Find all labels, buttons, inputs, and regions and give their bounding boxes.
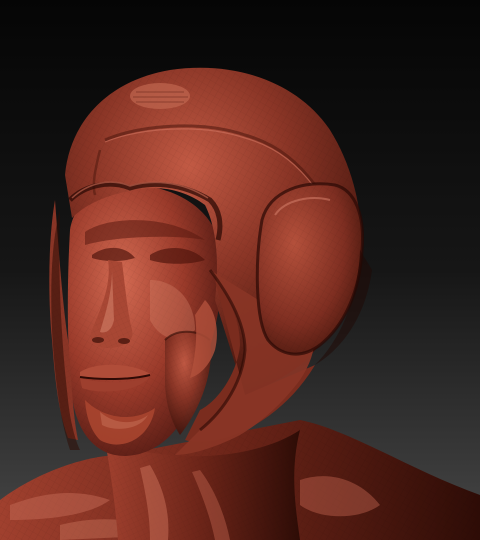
helmet-vent xyxy=(130,83,190,109)
sculpt-canvas xyxy=(0,0,480,540)
sculpt-viewport xyxy=(0,0,480,540)
